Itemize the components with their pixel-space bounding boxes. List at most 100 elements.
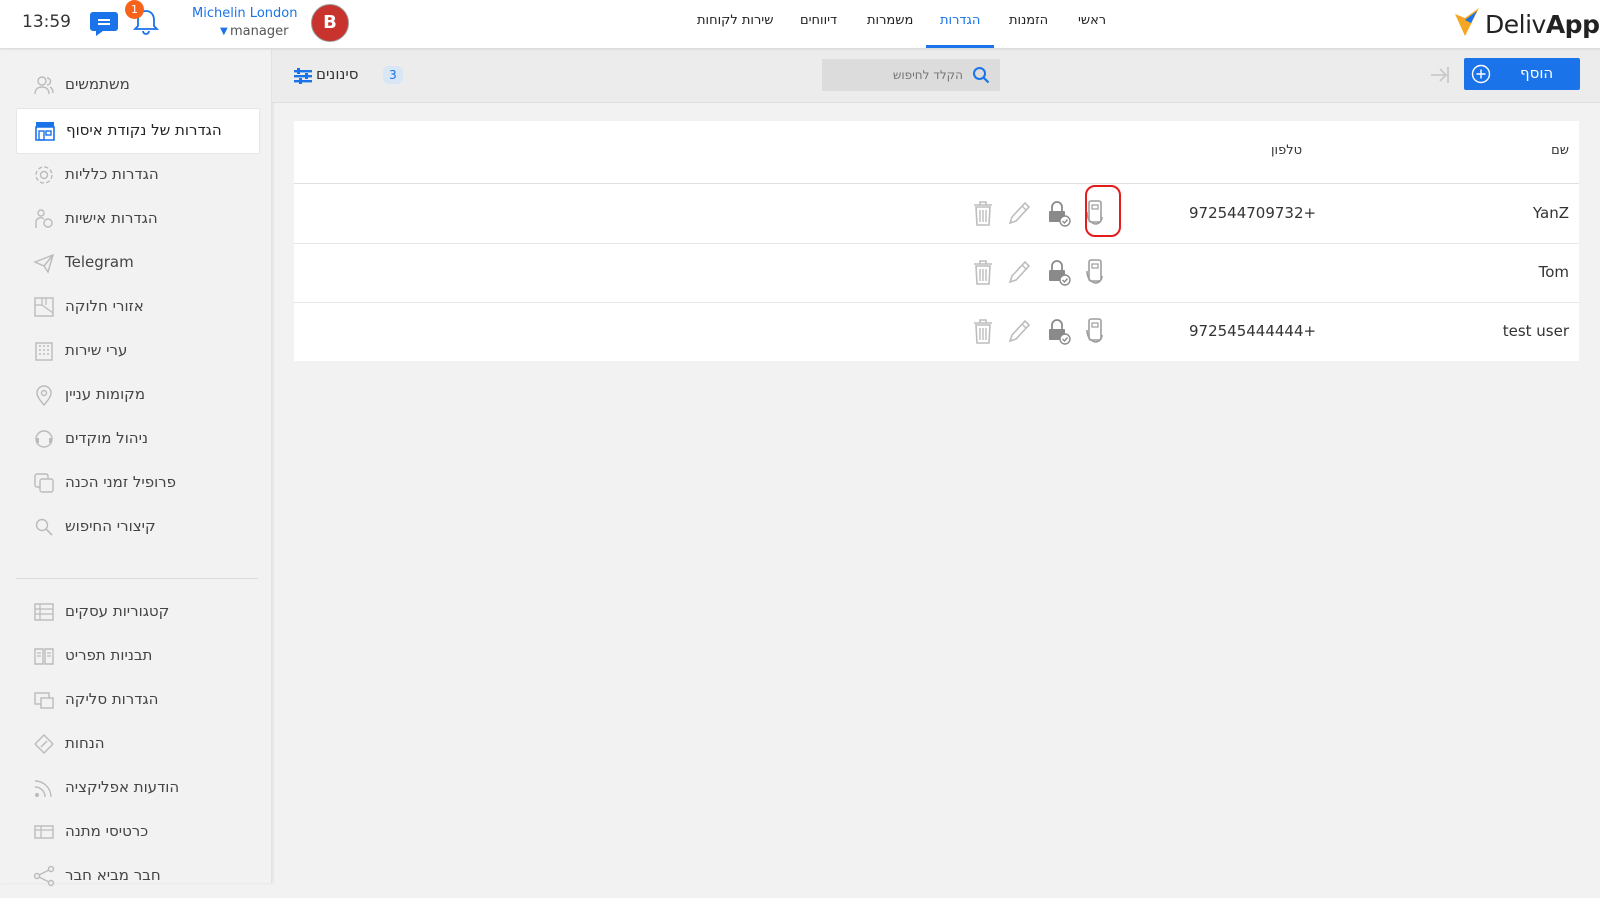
cell-name: YanZ [1532,204,1569,222]
nav-home[interactable]: ראשי [1078,13,1106,28]
delivapp-logo: DelivApp [1452,4,1600,42]
user-menu[interactable]: Michelin London ▼ manager B [190,4,350,44]
highlight-annotation [1085,185,1121,237]
nav-customer-service[interactable]: שירות לקוחות [697,13,773,28]
user-name: Michelin London [192,6,298,21]
filters-count-badge: 3 [383,66,403,84]
edit-pencil-icon[interactable] [1006,198,1032,228]
device-icon[interactable] [1082,316,1108,346]
filters-button[interactable]: סינונים 3 [294,65,424,87]
import-arrow-icon[interactable] [1429,64,1453,86]
cell-phone: 972544709732+ [1189,204,1317,222]
sidebar-item-label: כרטיסי מתנה [65,822,149,840]
users-table: שם טלפון YanZ 972544709732+ Tom test use… [294,121,1579,361]
edit-pencil-icon[interactable] [1006,316,1032,346]
chat-icon[interactable] [89,10,119,38]
sidebar-item-menu-templates[interactable]: תבניות תפריט [16,634,258,678]
sidebar-item-call-centers[interactable]: ניהול מוקדים [16,417,258,461]
sidebar-item-label: אזורי חלוקה [65,297,144,315]
sidebar-item-points-of-interest[interactable]: מקומות עניין [16,373,258,417]
sidebar-item-app-notifications[interactable]: הודעות אפליקציה [16,766,258,810]
sidebar-item-discounts[interactable]: הנחות [16,722,258,766]
search-shortcut-icon [35,518,53,536]
edit-pencil-icon[interactable] [1006,257,1032,287]
clock: 13:59 [22,12,71,32]
rss-icon [34,780,52,798]
add-button[interactable]: הוסף [1464,58,1580,90]
sidebar: משתמשים הגדרות של נקודת איסוף הגדרות כלל… [0,49,272,887]
search-box [822,59,1000,91]
sidebar-item-users[interactable]: משתמשים [16,63,258,107]
sidebar-item-refer-friend[interactable]: חבר מביא חבר [16,854,258,898]
table-row: test user 972545444444+ [294,302,1579,361]
filters-label: סינונים [316,65,359,83]
sidebar-item-pickup-settings[interactable]: הגדרות של נקודת איסוף [16,108,260,154]
sidebar-item-prep-time-profile[interactable]: פרופיל זמני הכנה [16,461,258,505]
sidebar-item-label: חבר מביא חבר [65,866,161,884]
search-icon[interactable] [972,66,990,84]
nav-reports[interactable]: דיווחים [800,13,837,28]
search-input[interactable] [822,59,967,91]
lock-check-icon[interactable] [1045,257,1071,287]
sidebar-item-business-categories[interactable]: קטגוריות עסקים [16,590,258,634]
sidebar-item-label: קיצורי החיפוש [65,517,156,535]
lock-check-icon[interactable] [1045,316,1071,346]
sidebar-item-personal-settings[interactable]: הגדרות אישיות [16,197,258,241]
gear-icon [35,166,53,184]
sidebar-item-label: הגדרות כלליות [65,165,159,183]
user-role: manager [230,24,289,39]
share-icon [33,865,55,887]
users-icon [34,76,54,95]
add-button-label: הוסף [1520,64,1554,82]
sidebar-item-label: הגדרות סליקה [65,690,159,708]
nav-settings[interactable]: הגדרות [940,13,980,28]
nav-active-indicator [926,45,994,48]
plus-circle-icon [1471,64,1491,84]
trash-icon[interactable] [970,198,996,228]
logo-text: DelivApp [1485,10,1600,39]
trash-icon[interactable] [970,257,996,287]
sidebar-item-label: ערי שירות [65,341,128,359]
list-icon [34,603,54,621]
sidebar-item-label: הגדרות של נקודת איסוף [66,121,222,139]
city-icon [35,342,53,361]
table-row: Tom [294,243,1579,303]
sidebar-item-label: מקומות עניין [65,385,146,403]
menu-book-icon [34,648,54,665]
sidebar-item-label: Telegram [65,253,134,271]
lock-check-icon[interactable] [1045,198,1071,228]
copy-icon [34,473,54,493]
sidebar-item-general-settings[interactable]: הגדרות כלליות [16,153,258,197]
sidebar-item-label: הגדרות אישיות [65,209,158,227]
sidebar-item-label: פרופיל זמני הכנה [65,473,176,491]
column-header-phone: טלפון [1271,143,1303,158]
sidebar-item-search-shortcuts[interactable]: קיצורי החיפוש [16,505,258,549]
sidebar-item-service-cities[interactable]: ערי שירות [16,329,258,373]
cell-name: Tom [1538,263,1569,281]
sidebar-item-gift-cards[interactable]: כרטיסי מתנה [16,810,258,854]
sidebar-item-delivery-zones[interactable]: אזורי חלוקה [16,285,258,329]
cell-phone: 972545444444+ [1189,322,1317,340]
map-zones-icon [34,297,54,317]
sidebar-item-telegram[interactable]: Telegram [16,241,258,285]
map-pin-icon [36,385,52,406]
sidebar-item-label: הודעות אפליקציה [65,778,180,796]
cell-name: test user [1502,322,1569,340]
headset-icon [35,430,53,448]
trash-icon[interactable] [970,316,996,346]
filters-icon [294,68,312,84]
table-row: YanZ 972544709732+ [294,184,1579,244]
nav-orders[interactable]: הזמנות [1009,13,1048,28]
nav-shifts[interactable]: משמרות [867,13,913,28]
toolbar: סינונים 3 הוסף [272,49,1600,103]
personal-settings-icon [35,209,53,228]
sidebar-divider [16,578,258,579]
gift-card-icon [34,825,54,839]
device-icon[interactable] [1082,257,1108,287]
top-bar: 13:59 1 Michelin London ▼ manager B שירו… [0,0,1600,49]
sidebar-item-payment-settings[interactable]: הגדרות סליקה [16,678,258,722]
store-icon [35,122,55,141]
sidebar-item-label: הנחות [65,734,105,752]
send-icon [33,253,55,274]
sidebar-item-label: ניהול מוקדים [65,429,148,447]
